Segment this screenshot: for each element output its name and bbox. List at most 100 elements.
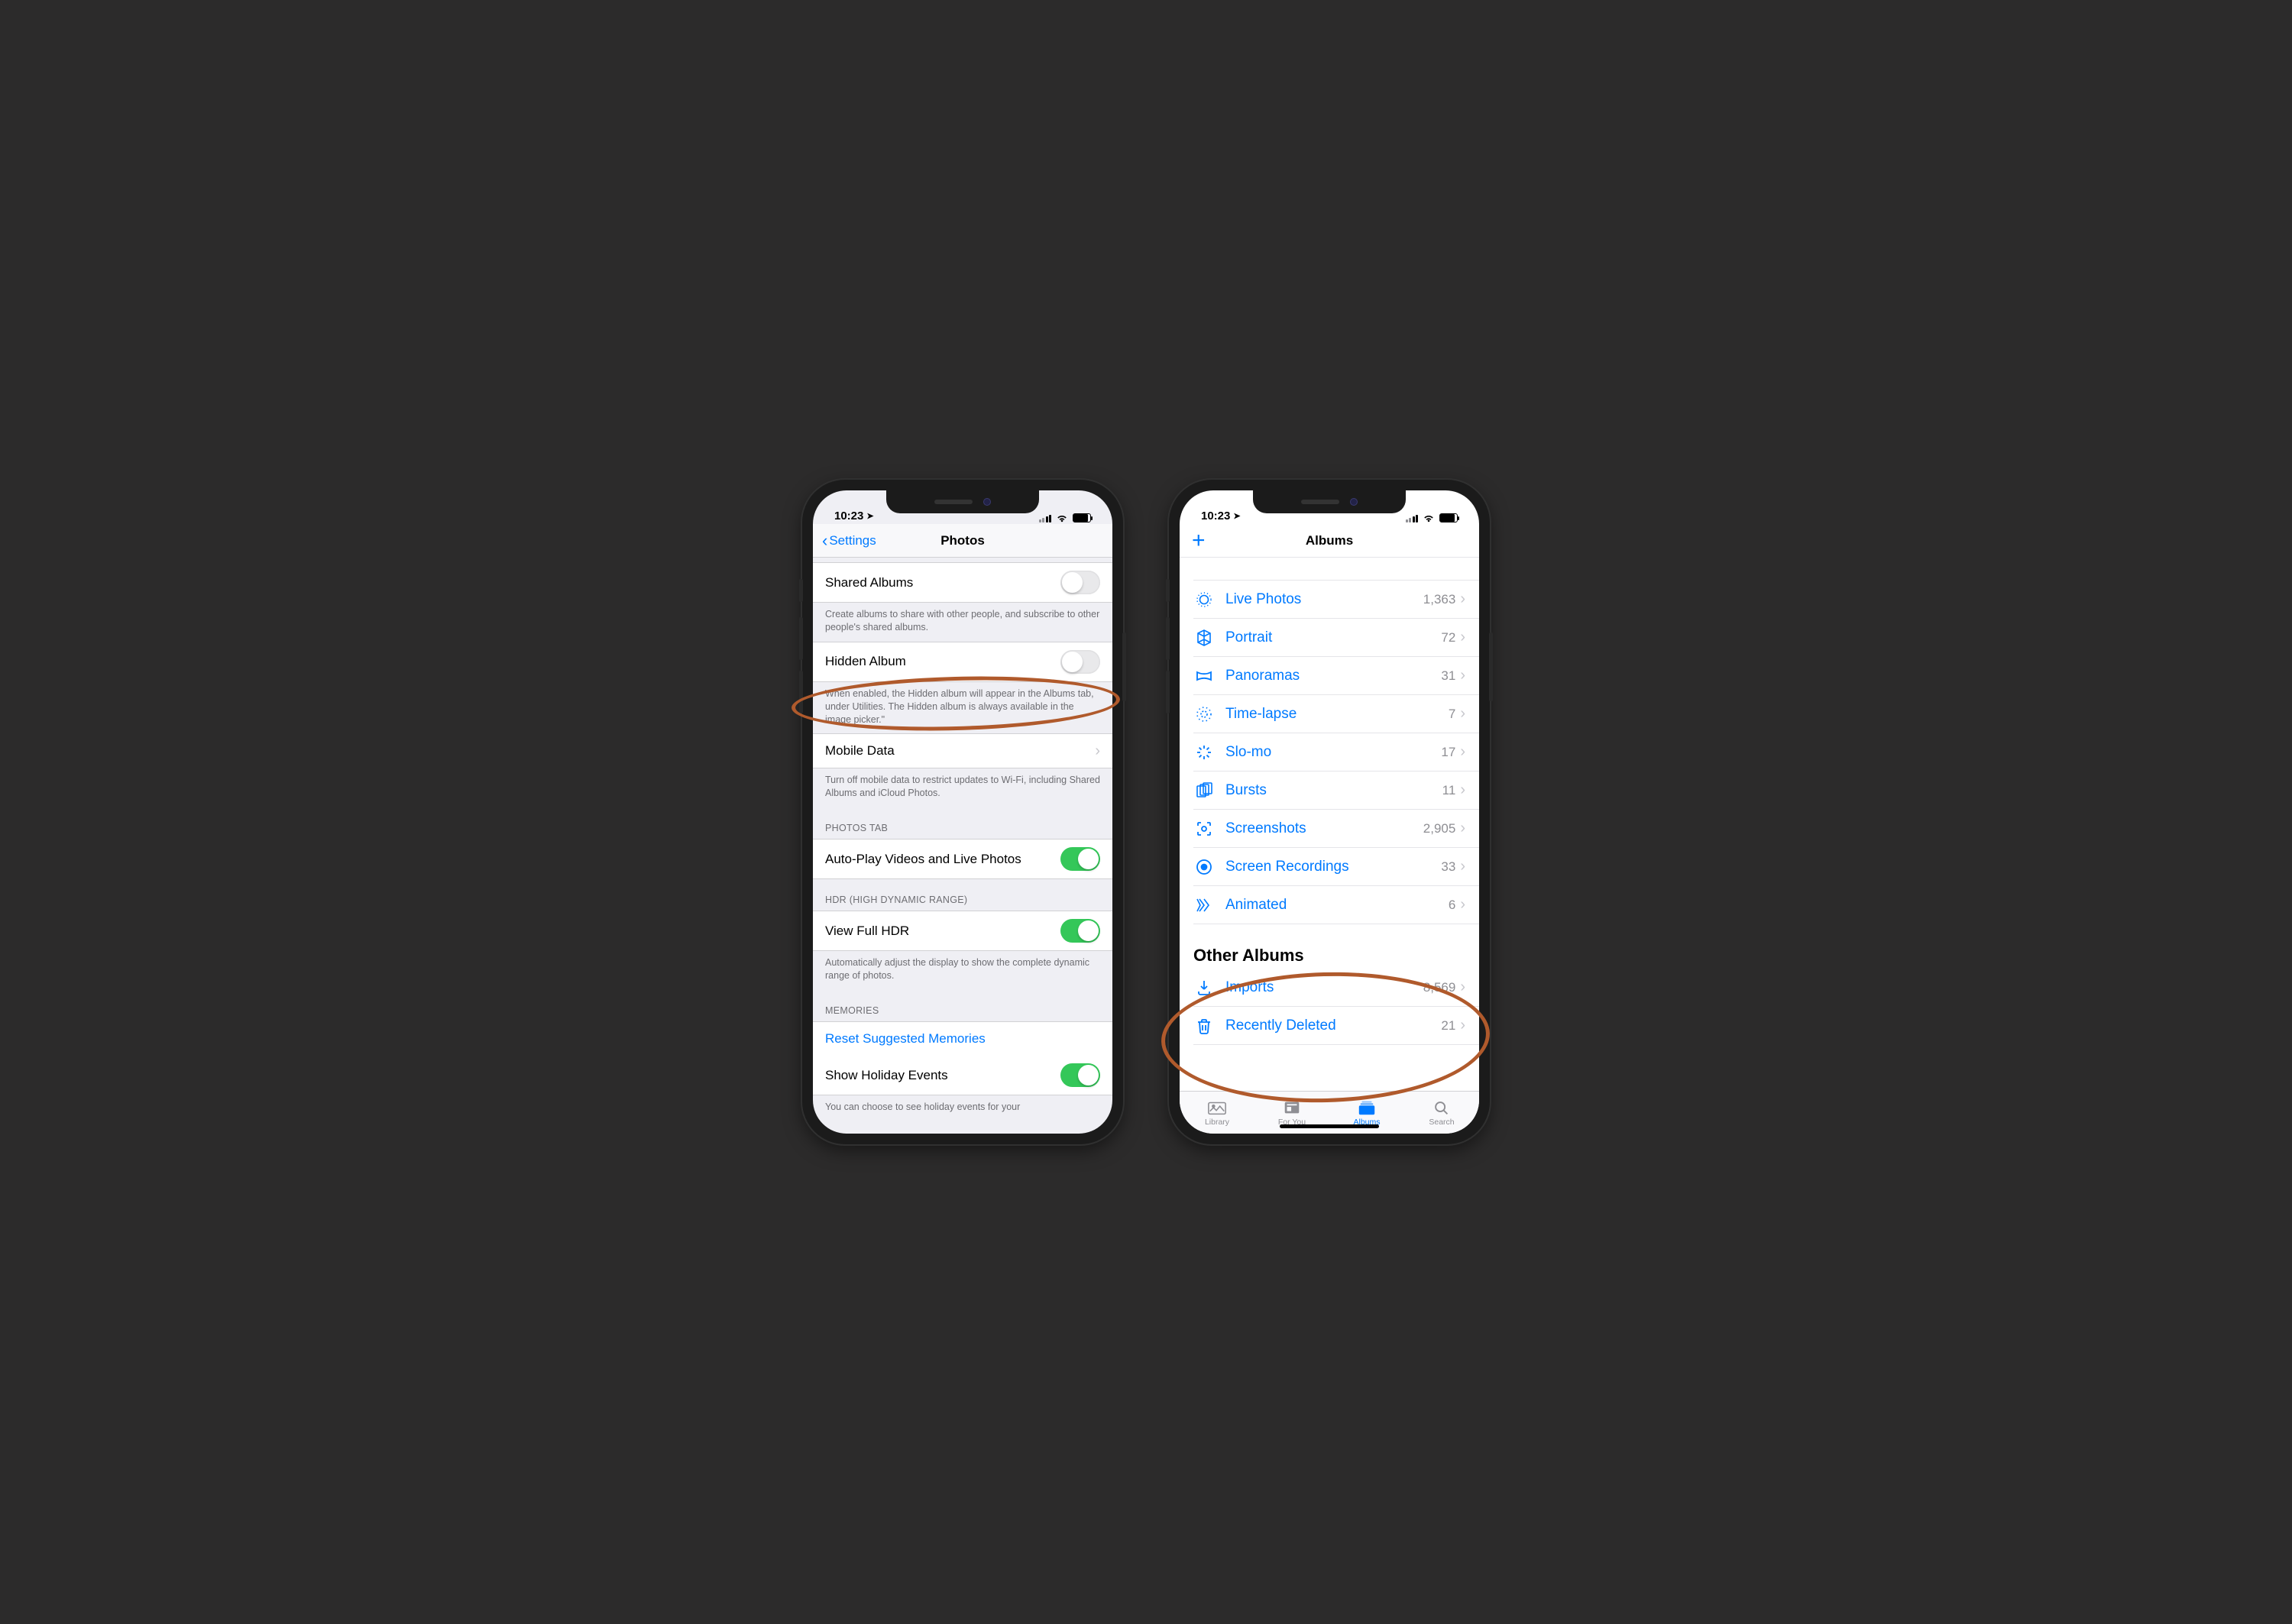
hdr-footer: Automatically adjust the display to show… [813,951,1112,990]
album-title: Time-lapse [1225,706,1449,723]
album-row-panoramas[interactable]: Panoramas31› [1193,657,1479,695]
page-title: Albums [1306,533,1353,548]
chevron-left-icon: ‹ [822,532,827,549]
album-count: 31 [1441,668,1455,684]
album-title: Portrait [1225,629,1441,646]
mobile-data-label: Mobile Data [825,743,1095,759]
album-row-slo-mo[interactable]: Slo-mo17› [1193,733,1479,772]
album-count: 2,905 [1423,821,1456,836]
holiday-events-label: Show Holiday Events [825,1068,1060,1083]
battery-icon [1073,513,1091,522]
chevron-right-icon: › [1460,705,1465,723]
recently-deleted-icon [1193,1017,1215,1035]
chevron-right-icon: › [1095,742,1100,760]
animated-icon [1193,896,1215,914]
portrait-icon [1193,629,1215,647]
tab-search[interactable]: Search [1404,1092,1479,1134]
album-row-imports[interactable]: Imports8,569 › [1193,969,1479,1007]
album-count: 8,569 [1423,980,1456,995]
album-title: Screenshots [1225,820,1423,837]
screen-recordings-icon [1193,858,1215,876]
library-icon [1207,1099,1227,1116]
status-time: 10:23 [1201,510,1230,522]
chevron-right-icon: › [1460,590,1465,608]
shared-albums-row[interactable]: Shared Albums [813,562,1112,603]
album-count: 21 [1441,1018,1455,1034]
album-count: 1,363 [1423,592,1456,607]
tab-search-label: Search [1429,1118,1454,1127]
album-title: Live Photos [1225,591,1423,608]
album-row-screenshots[interactable]: Screenshots2,905 › [1193,810,1479,848]
album-title: Bursts [1225,782,1442,799]
photos-tab-header: PHOTOS TAB [813,807,1112,839]
chevron-right-icon: › [1460,979,1465,996]
partial-row-top [1193,558,1479,581]
album-title: Slo-mo [1225,744,1441,761]
back-label: Settings [829,533,876,548]
bursts-icon [1193,781,1215,800]
chevron-right-icon: › [1460,858,1465,875]
shared-albums-footer: Create albums to share with other people… [813,603,1112,642]
tab-library[interactable]: Library [1180,1092,1254,1134]
mobile-data-row[interactable]: Mobile Data › [813,733,1112,768]
location-icon: ➤ [1233,511,1240,521]
cellular-icon [1406,514,1419,522]
page-title: Photos [940,533,985,548]
albums-icon [1357,1099,1377,1116]
status-time: 10:23 [834,510,863,522]
back-button[interactable]: ‹ Settings [822,532,876,549]
autoplay-row[interactable]: Auto-Play Videos and Live Photos [813,839,1112,879]
holiday-events-toggle[interactable] [1060,1063,1100,1087]
reset-memories-row[interactable]: Reset Suggested Memories [813,1021,1112,1056]
album-count: 72 [1441,630,1455,645]
home-indicator[interactable] [1280,1124,1379,1128]
album-title: Imports [1225,979,1423,996]
memories-header: MEMORIES [813,990,1112,1021]
album-row-time-lapse[interactable]: Time-lapse7 › [1193,695,1479,733]
view-full-hdr-label: View Full HDR [825,924,1060,939]
shared-albums-label: Shared Albums [825,575,1060,590]
album-count: 11 [1442,783,1456,798]
tab-library-label: Library [1205,1118,1229,1127]
album-row-portrait[interactable]: Portrait72› [1193,619,1479,657]
album-count: 17 [1441,745,1455,760]
album-row-recently-deleted[interactable]: Recently Deleted21› [1193,1007,1479,1045]
album-row-bursts[interactable]: Bursts11 › [1193,772,1479,810]
album-title: Screen Recordings [1225,859,1441,875]
album-row-live-photos[interactable]: Live Photos1,363 › [1193,581,1479,619]
autoplay-label: Auto-Play Videos and Live Photos [825,852,1060,867]
phone-settings: 10:23 ➤ ‹ Settings Photos Shared Albums … [802,480,1123,1144]
memories-footer: You can choose to see holiday events for… [813,1095,1112,1121]
wifi-icon [1423,513,1435,522]
slomo-icon [1193,743,1215,762]
location-icon: ➤ [866,511,873,521]
cellular-icon [1039,514,1052,522]
view-full-hdr-row[interactable]: View Full HDR [813,911,1112,951]
hidden-album-footer: When enabled, the Hidden album will appe… [813,682,1112,734]
album-title: Panoramas [1225,668,1441,684]
other-albums-header: Other Albums [1180,924,1479,969]
shared-albums-toggle[interactable] [1060,571,1100,594]
hidden-album-row[interactable]: Hidden Album [813,642,1112,682]
album-row-screen-recordings[interactable]: Screen Recordings33 › [1193,848,1479,886]
live-photos-icon [1193,590,1215,609]
add-button[interactable]: + [1192,529,1206,552]
nav-bar: + Albums [1180,524,1479,558]
album-count: 6 [1449,898,1455,913]
chevron-right-icon: › [1460,1017,1465,1034]
album-count: 7 [1449,707,1455,722]
autoplay-toggle[interactable] [1060,847,1100,871]
holiday-events-row[interactable]: Show Holiday Events [813,1056,1112,1095]
hidden-album-toggle[interactable] [1060,650,1100,674]
chevron-right-icon: › [1460,820,1465,837]
foryou-icon [1282,1099,1302,1116]
chevron-right-icon: › [1460,781,1465,799]
chevron-right-icon: › [1460,896,1465,914]
hdr-header: HDR (HIGH DYNAMIC RANGE) [813,879,1112,911]
album-count: 33 [1441,859,1455,875]
imports-icon [1193,979,1215,997]
panoramas-icon [1193,667,1215,685]
view-full-hdr-toggle[interactable] [1060,919,1100,943]
hidden-album-label: Hidden Album [825,654,1060,669]
album-row-animated[interactable]: Animated6› [1193,886,1479,924]
